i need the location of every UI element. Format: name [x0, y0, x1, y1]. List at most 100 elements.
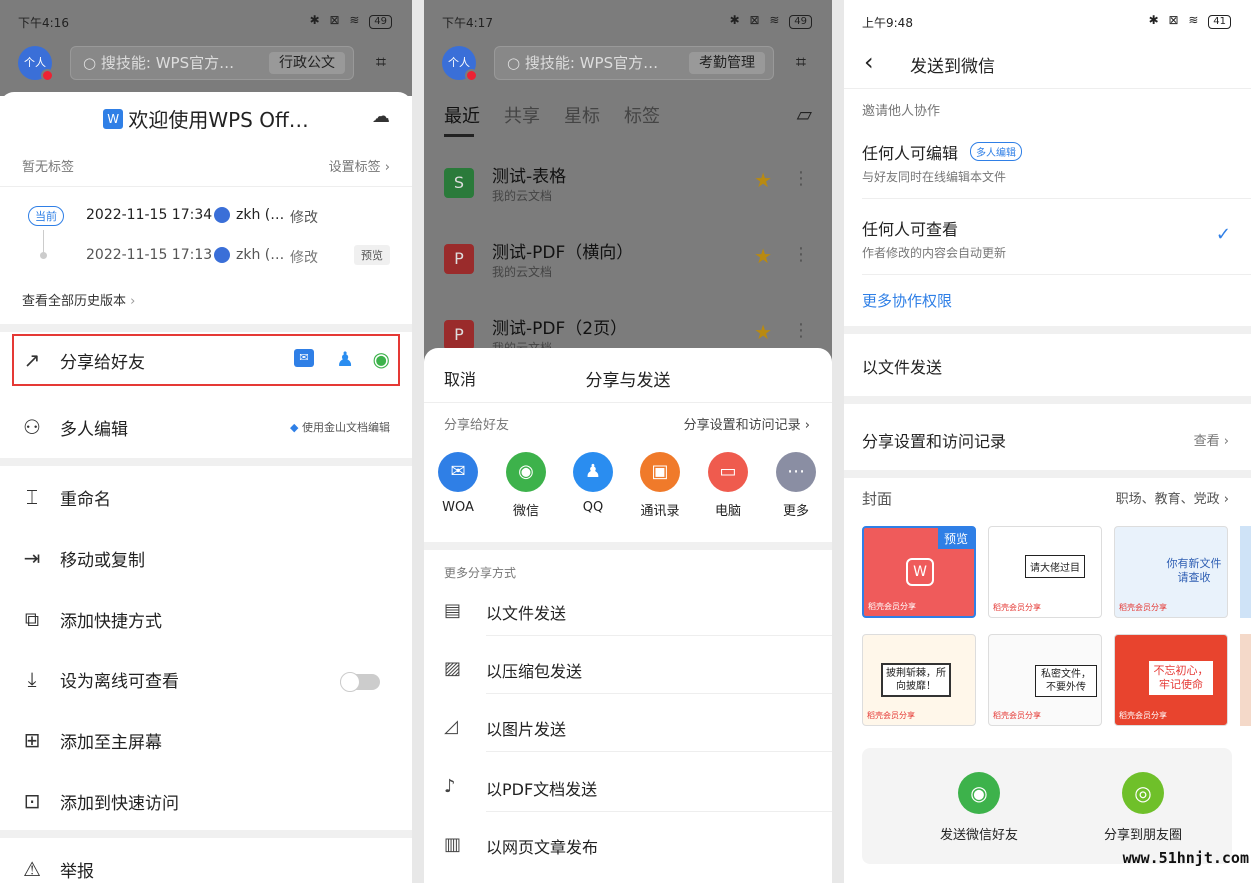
app-wechat[interactable]: ◉ 微信: [506, 452, 546, 519]
back-arrow-icon[interactable]: ‹: [864, 48, 874, 76]
cover-brand: 稻壳会员分享: [993, 711, 1041, 720]
permission-view-option[interactable]: 任何人可查看 作者修改的内容会自动更新 ✓: [844, 216, 1251, 270]
scan-icon[interactable]: ⌗: [790, 52, 812, 74]
avatar[interactable]: 个人: [442, 46, 478, 82]
search-input[interactable]: ○ 搜技能: WPS官方… 行政公文: [70, 46, 354, 80]
tag-row[interactable]: 暂无标签 设置标签 ›: [0, 156, 412, 178]
tab-recent[interactable]: 最近: [444, 102, 480, 128]
history-row[interactable]: 当前 2022-11-15 17:34 zkh (… 修改: [0, 204, 412, 230]
battery-icon: 41: [1208, 15, 1231, 29]
cover-label: 封面: [862, 490, 893, 508]
search-chip[interactable]: 考勤管理: [689, 52, 765, 74]
more-permissions-link[interactable]: 更多协作权限: [844, 290, 1251, 314]
publish-web-row[interactable]: ▥ 以网页文章发布: [424, 824, 832, 870]
quick-access-row[interactable]: ⊡ 添加到快速访问: [0, 776, 412, 828]
share-settings-label: 分享设置和访问记录: [683, 418, 801, 433]
qq-icon: ♟: [573, 452, 613, 492]
more-vertical-icon[interactable]: ⋮: [792, 320, 810, 341]
history-row[interactable]: 2022-11-15 17:13 zkh (… 修改 预览: [0, 244, 412, 270]
folder-icon[interactable]: ▱: [797, 102, 812, 126]
send-zip-row[interactable]: ▨ 以压缩包发送: [424, 648, 832, 694]
star-icon[interactable]: ★: [754, 244, 772, 268]
offline-toggle[interactable]: [340, 672, 380, 692]
send-as-file-row[interactable]: 以文件发送: [844, 340, 1251, 390]
scan-icon[interactable]: ⌗: [370, 52, 392, 74]
cover-text: 请大佬过目: [1025, 555, 1085, 578]
search-input[interactable]: ○ 搜技能: WPS官方… 考勤管理: [494, 46, 774, 80]
more-vertical-icon[interactable]: ⋮: [792, 168, 810, 189]
view-all-history-link[interactable]: 查看全部历史版本 ›: [0, 290, 412, 312]
cover-thumbnail[interactable]: 预览 W 稻壳会员分享: [862, 526, 976, 618]
add-shortcut-row[interactable]: ⧉ 添加快捷方式: [0, 594, 412, 646]
chevron-right-icon: ›: [130, 294, 136, 309]
multi-edit-row[interactable]: ⚇ 多人编辑 ◆ 使用金山文档编辑: [0, 402, 412, 454]
view-link[interactable]: 查看 ›: [1194, 430, 1229, 449]
pdf-icon: P: [444, 320, 474, 350]
rename-row[interactable]: ⌶ 重命名: [0, 472, 412, 524]
cover-thumbnail[interactable]: 披荆斩棘，所向披靡！ 稻壳会员分享: [862, 634, 976, 726]
tab-tags[interactable]: 标签: [624, 102, 660, 128]
divider: [844, 88, 1251, 89]
divider: [486, 693, 832, 694]
send-image-row[interactable]: ◿ 以图片发送: [424, 706, 832, 752]
wechat-icon: ◉: [958, 772, 1000, 814]
publish-web-label: 以网页文章发布: [486, 838, 599, 857]
move-copy-row[interactable]: ⇥ 移动或复制: [0, 533, 412, 585]
app-label: 通讯录: [640, 504, 680, 519]
status-icons: ✱ ⊠ ≋ 41: [1149, 13, 1231, 29]
set-tag-link[interactable]: 设置标签 ›: [329, 156, 390, 175]
qq-icon[interactable]: ♟: [336, 347, 354, 371]
star-icon[interactable]: ★: [754, 320, 772, 344]
cloud-check-icon[interactable]: ☁: [372, 106, 390, 127]
status-icons: ✱ ⊠ ≋ 49: [310, 13, 392, 29]
watermark: www.51hnjt.com: [1122, 849, 1249, 867]
permission-edit-option[interactable]: 任何人可编辑 多人编辑 与好友同时在线编辑本文件: [844, 140, 1251, 194]
file-name: 测试-PDF（横向）: [492, 243, 634, 263]
option-desc: 作者修改的内容会自动更新: [862, 246, 1007, 260]
app-more[interactable]: ⋯ 更多: [776, 452, 816, 519]
file-row[interactable]: P 测试-PDF（横向） 我的云文档 ★ ⋮: [424, 238, 832, 288]
cover-thumbnail[interactable]: 你有新文件请查收 稻壳会员分享: [1114, 526, 1228, 618]
cover-thumbnail[interactable]: 不忘初心，牢记使命 稻壳会员分享: [1114, 634, 1228, 726]
send-wechat-friend-button[interactable]: ◉ 发送微信好友: [924, 772, 1034, 843]
more-vertical-icon[interactable]: ⋮: [792, 244, 810, 265]
report-row[interactable]: ⚠ 举报: [0, 844, 412, 883]
app-qq[interactable]: ♟ QQ: [573, 452, 613, 515]
top-search-bar: 个人 ○ 搜技能: WPS官方… 考勤管理 ⌗: [424, 44, 832, 84]
app-computer[interactable]: ▭ 电脑: [708, 452, 748, 519]
quick-access-label: 添加到快速访问: [60, 794, 179, 814]
battery-icon: 49: [369, 15, 392, 29]
wechat-icon[interactable]: ◉: [373, 347, 390, 371]
cover-tags-link[interactable]: 职场、教育、党政 ›: [1116, 488, 1229, 507]
preview-button[interactable]: 预览: [354, 245, 390, 265]
woa-icon[interactable]: ✉: [294, 349, 314, 367]
add-homescreen-row[interactable]: ⊞ 添加至主屏幕: [0, 715, 412, 767]
file-name: 测试-表格: [492, 167, 567, 187]
app-woa[interactable]: ✉ WOA: [438, 452, 478, 515]
offline-row[interactable]: ⤓ 设为离线可查看: [0, 654, 412, 706]
battery-icon: 49: [789, 15, 812, 29]
toggle-knob: [340, 672, 360, 692]
cover-text: 你有新文件请查收: [1166, 557, 1222, 584]
cover-thumbnail[interactable]: 请大佬过目 稻壳会员分享: [988, 526, 1102, 618]
cover-thumbnail-partial[interactable]: [1240, 634, 1251, 726]
share-settings-row[interactable]: 分享设置和访问记录 查看 ›: [844, 414, 1251, 464]
status-time: 下午4:16: [18, 16, 69, 30]
tab-shared[interactable]: 共享: [504, 102, 540, 128]
send-file-row[interactable]: ▤ 以文件发送: [424, 590, 832, 636]
file-row[interactable]: S 测试-表格 我的云文档 ★ ⋮: [424, 162, 832, 212]
share-settings-link[interactable]: 分享设置和访问记录 ›: [684, 414, 810, 433]
share-moments-button[interactable]: ◎ 分享到朋友圈: [1088, 772, 1198, 843]
star-icon[interactable]: ★: [754, 168, 772, 192]
send-actions-card: ◉ 发送微信好友 ◎ 分享到朋友圈: [862, 748, 1232, 864]
cover-thumbnail[interactable]: 私密文件，不要外传 稻壳会员分享: [988, 634, 1102, 726]
app-contacts[interactable]: ▣ 通讯录: [640, 452, 680, 519]
search-chip[interactable]: 行政公文: [269, 52, 345, 74]
cover-thumbnail-partial[interactable]: [1240, 526, 1251, 618]
avatar[interactable]: 个人: [18, 46, 54, 82]
share-friends-row[interactable]: ↗ 分享给好友 ✉ ♟ ◉: [0, 334, 412, 386]
send-pdf-row[interactable]: ♪ 以PDF文档发送: [424, 766, 832, 812]
avatar-badge-icon: [41, 69, 54, 82]
tab-starred[interactable]: 星标: [564, 102, 600, 128]
wechat-icon: ◉: [506, 452, 546, 492]
